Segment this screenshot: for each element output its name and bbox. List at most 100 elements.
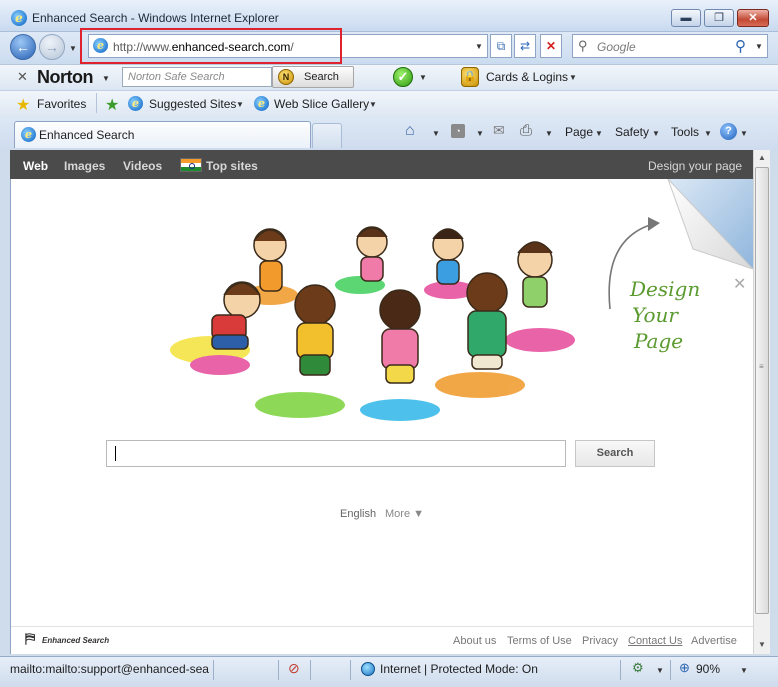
main-search-input[interactable] xyxy=(106,440,566,467)
nav-images[interactable]: Images xyxy=(64,159,105,173)
tools-menu-icon[interactable]: ▼ xyxy=(704,129,712,138)
close-design-icon[interactable]: ✕ xyxy=(733,274,746,294)
norton-search-label: Search xyxy=(304,71,339,83)
status-separator xyxy=(670,660,671,680)
close-window-button[interactable]: ✕ xyxy=(737,9,769,27)
status-separator xyxy=(350,660,351,680)
cards-logins-dropdown-icon[interactable]: ▼ xyxy=(569,73,577,82)
cards-logins-button[interactable]: Cards & Logins xyxy=(486,70,568,84)
vertical-scrollbar[interactable]: ▲ ≡ ▼ xyxy=(753,150,770,654)
print-icon[interactable]: ⎙ xyxy=(520,122,532,139)
favorites-star-icon: ★ xyxy=(16,97,31,114)
page-menu-icon[interactable]: ▼ xyxy=(595,129,603,138)
status-separator xyxy=(213,660,214,680)
suggested-sites-button[interactable]: Suggested Sites xyxy=(149,97,236,111)
language-link[interactable]: English xyxy=(340,508,376,520)
tab-title: Enhanced Search xyxy=(39,128,135,142)
terms-of-use-link[interactable]: Terms of Use xyxy=(507,635,572,647)
zoom-level[interactable]: 90% xyxy=(696,662,720,676)
zoom-dropdown-icon[interactable]: ▼ xyxy=(740,666,748,675)
hero-illustration xyxy=(170,226,575,421)
search-placeholder: Google xyxy=(597,40,636,54)
web-slice-icon: e xyxy=(254,96,269,111)
advertise-link[interactable]: Advertise xyxy=(691,635,737,647)
print-dropdown-icon[interactable]: ▼ xyxy=(545,129,553,138)
restore-button[interactable]: ❐ xyxy=(704,9,734,27)
norton-logo: Norton xyxy=(37,67,93,87)
design-word-1: Design xyxy=(630,277,701,301)
site-nav-bar: Web Images Videos Top sites Design your … xyxy=(10,150,753,179)
close-toolbar-icon[interactable]: ✕ xyxy=(17,69,28,85)
favorites-button[interactable]: Favorites xyxy=(37,97,86,111)
safety-menu[interactable]: Safety xyxy=(615,125,649,139)
window-title: Enhanced Search - Windows Internet Explo… xyxy=(32,11,279,25)
safe-web-icon[interactable]: ✓ xyxy=(393,67,413,87)
search-options-icon[interactable]: ▼ xyxy=(755,42,763,51)
scroll-grip-icon: ≡ xyxy=(759,362,764,371)
tab-enhanced-search[interactable]: e Enhanced Search xyxy=(14,121,311,148)
status-link-text: mailto:mailto:support@enhanced-sea xyxy=(10,662,209,676)
help-icon[interactable]: ? xyxy=(720,123,737,140)
tools-menu[interactable]: Tools xyxy=(671,125,699,139)
norton-coin-icon: N xyxy=(278,69,294,85)
help-dropdown-icon[interactable]: ▼ xyxy=(740,129,748,138)
web-slice-dropdown-icon[interactable]: ▼ xyxy=(369,100,377,109)
search-icon[interactable]: ⚲ xyxy=(735,37,746,55)
suggested-sites-dropdown-icon[interactable]: ▼ xyxy=(236,100,244,109)
address-dropdown-icon[interactable]: ▼ xyxy=(475,42,483,51)
stop-icon[interactable]: ✕ xyxy=(540,34,562,58)
nav-videos[interactable]: Videos xyxy=(123,159,162,173)
forward-button[interactable]: → xyxy=(39,34,65,60)
suggested-sites-icon: e xyxy=(128,96,143,111)
feeds-icon[interactable]: ◔ xyxy=(451,124,465,138)
feeds-dropdown-icon[interactable]: ▼ xyxy=(476,129,484,138)
design-word-3: Page xyxy=(634,329,684,353)
norton-menu-icon[interactable]: ▼ xyxy=(102,70,110,84)
security-status-icon[interactable]: ⚙ xyxy=(632,660,644,676)
web-slice-gallery-button[interactable]: Web Slice Gallery xyxy=(274,97,369,111)
status-separator xyxy=(310,660,311,680)
highlight-box xyxy=(80,28,342,64)
scroll-thumb[interactable] xyxy=(755,167,769,614)
footer-divider xyxy=(11,626,753,627)
security-dropdown-icon[interactable]: ▼ xyxy=(656,666,664,675)
scroll-down-icon[interactable]: ▼ xyxy=(754,637,770,653)
new-tab-button[interactable] xyxy=(312,123,342,148)
contact-us-link[interactable]: Contact Us xyxy=(628,635,682,647)
safe-web-dropdown-icon[interactable]: ▼ xyxy=(419,73,427,82)
about-us-link[interactable]: About us xyxy=(453,635,496,647)
page-menu[interactable]: Page xyxy=(565,125,593,139)
add-favorite-icon[interactable]: ★ xyxy=(105,95,119,115)
history-dropdown-icon[interactable]: ▼ xyxy=(69,44,77,53)
status-separator xyxy=(278,660,279,680)
india-flag-icon xyxy=(180,158,202,172)
scroll-up-icon[interactable]: ▲ xyxy=(754,150,770,166)
more-languages-link[interactable]: More ▼ xyxy=(385,508,424,520)
back-button[interactable]: ← xyxy=(10,34,36,60)
design-your-page-link[interactable]: Design your page xyxy=(648,159,742,173)
home-icon[interactable]: ⌂ xyxy=(405,122,415,140)
zoom-icon[interactable]: ⊕ xyxy=(679,660,690,676)
nav-web[interactable]: Web xyxy=(23,159,48,173)
favorites-separator xyxy=(96,93,97,113)
search-provider-icon: ⚲ xyxy=(578,38,588,53)
home-dropdown-icon[interactable]: ▼ xyxy=(432,129,440,138)
norton-search-placeholder: Norton Safe Search xyxy=(128,71,225,83)
norton-search-input[interactable]: Norton Safe Search xyxy=(122,67,272,87)
mail-icon[interactable]: ✉ xyxy=(493,122,505,139)
main-search-button[interactable]: Search xyxy=(575,440,655,467)
compatibility-view-icon[interactable]: ⧉ xyxy=(490,34,512,58)
privacy-link[interactable]: Privacy xyxy=(582,635,618,647)
tab-ie-icon: e xyxy=(21,127,36,142)
refresh-icon[interactable]: ⇄ xyxy=(514,34,536,58)
search-box[interactable]: ⚲ Google ⚲ ▼ xyxy=(572,34,768,58)
norton-search-button[interactable]: N Search xyxy=(272,66,354,88)
nav-top-sites[interactable]: Top sites xyxy=(206,159,258,173)
design-your-page-art[interactable]: Design Your Page xyxy=(630,276,700,354)
safety-menu-icon[interactable]: ▼ xyxy=(652,129,660,138)
minimize-button[interactable]: ▬ xyxy=(671,9,701,27)
enhanced-search-logo-icon: ⛿ xyxy=(25,630,36,646)
ie-logo-icon: e xyxy=(11,10,27,26)
blocked-content-icon[interactable]: ⊘ xyxy=(288,660,300,677)
enhanced-search-logo: Enhanced Search xyxy=(42,636,110,645)
